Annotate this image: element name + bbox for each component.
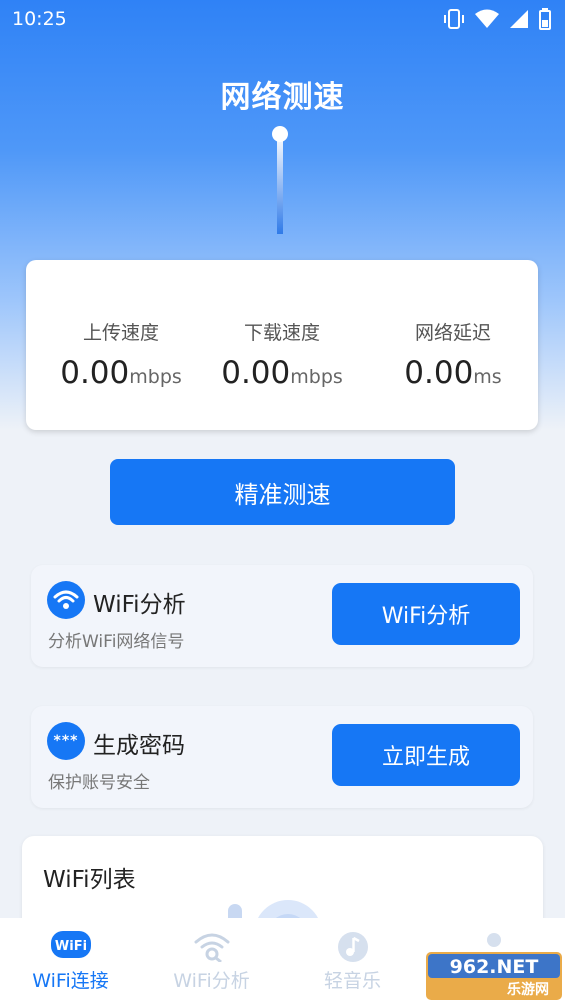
battery-icon (539, 8, 551, 30)
wifi-badge-icon: WiFi (0, 930, 141, 960)
download-speed-metric: 下载速度 0.00mbps (197, 318, 367, 391)
tab-wifi-connect[interactable]: WiFi WiFi连接 (0, 918, 141, 1004)
music-note-icon (282, 930, 423, 964)
feature-description: 保护账号安全 (48, 773, 150, 793)
metric-value: 0.00mbps (36, 355, 206, 391)
feature-title: WiFi分析 (93, 592, 186, 618)
tab-light-music[interactable]: 轻音乐 (282, 918, 423, 1004)
feature-title: 生成密码 (93, 733, 185, 759)
metric-number: 0.00 (221, 355, 291, 391)
generate-password-card: *** 生成密码 保护账号安全 立即生成 (31, 706, 533, 808)
svg-text:WiFi: WiFi (54, 939, 86, 954)
wifi-icon (47, 581, 85, 619)
wifi-analysis-button[interactable]: WiFi分析 (332, 583, 520, 645)
metric-value: 0.00ms (368, 355, 538, 391)
gauge-needle-knob (272, 126, 288, 142)
metric-unit: mbps (290, 366, 343, 388)
status-icons (443, 8, 551, 30)
metric-unit: mbps (129, 366, 182, 388)
metric-label: 下载速度 (243, 322, 320, 344)
wifi-analysis-card: WiFi分析 分析WiFi网络信号 WiFi分析 (31, 565, 533, 667)
password-icon: *** (47, 722, 85, 760)
precise-speed-test-button[interactable]: 精准测速 (110, 459, 455, 525)
metric-number: 0.00 (404, 355, 474, 391)
tab-label: WiFi分析 (173, 970, 250, 992)
tab-wifi-analysis[interactable]: WiFi分析 (141, 918, 282, 1004)
upload-speed-metric: 上传速度 0.00mbps (36, 318, 206, 391)
tab-label: WiFi连接 (32, 970, 109, 992)
svg-text:962.NET: 962.NET (450, 956, 539, 978)
status-bar: 10:25 (0, 0, 565, 36)
wifi-signal-icon (475, 9, 499, 28)
metric-unit: ms (473, 366, 502, 388)
latency-metric: 网络延迟 0.00ms (368, 318, 538, 391)
cell-signal-icon (510, 10, 528, 28)
site-watermark-logo: 962.NET 乐游网 (426, 952, 562, 1000)
metric-number: 0.00 (60, 355, 130, 391)
feature-description: 分析WiFi网络信号 (48, 632, 185, 652)
tab-label: 轻音乐 (323, 970, 381, 992)
metric-value: 0.00mbps (197, 355, 367, 391)
generate-now-button[interactable]: 立即生成 (332, 724, 520, 786)
speed-gauge (272, 126, 288, 234)
metric-label: 网络延迟 (414, 322, 491, 344)
speed-results-card: 上传速度 0.00mbps 下载速度 0.00mbps 网络延迟 0.00ms (26, 260, 538, 430)
vibrate-icon (444, 9, 464, 29)
metric-label: 上传速度 (82, 322, 159, 344)
gauge-needle (277, 134, 283, 234)
svg-text:乐游网: 乐游网 (507, 981, 549, 998)
status-time: 10:25 (12, 8, 67, 30)
wifi-search-icon (141, 930, 282, 962)
wifi-list-title: WiFi列表 (43, 867, 136, 893)
